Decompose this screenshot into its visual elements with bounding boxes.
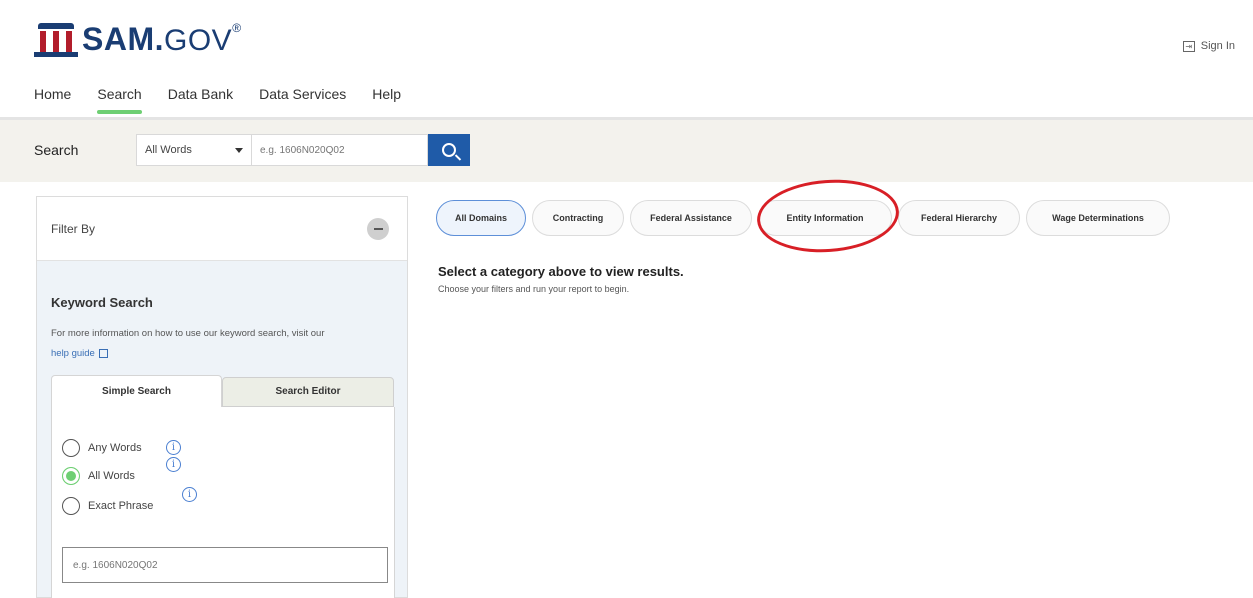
- filter-sidebar: Filter By Keyword Search For more inform…: [36, 196, 408, 598]
- capitol-flag-icon: [34, 21, 78, 57]
- site-header: SAM.GOV® ⇥ Sign In Home Search Data Bank…: [0, 0, 1253, 118]
- any-words-label: Any Words: [88, 442, 142, 454]
- pill-federal-assistance[interactable]: Federal Assistance: [630, 200, 752, 236]
- exact-phrase-radio[interactable]: [62, 497, 80, 515]
- search-input[interactable]: [252, 134, 428, 166]
- nav-item-search[interactable]: Search: [97, 86, 143, 114]
- search-icon: [442, 143, 456, 157]
- simple-search-panel: Any Words i All Words i Exact Phrase i: [51, 407, 395, 598]
- search-mode-select[interactable]: All Words: [136, 134, 252, 166]
- filter-header: Filter By: [37, 197, 407, 261]
- all-words-radio[interactable]: [62, 467, 80, 485]
- tab-search-editor[interactable]: Search Editor: [222, 377, 394, 407]
- option-any-words[interactable]: Any Words: [62, 439, 142, 457]
- caret-down-icon: [235, 148, 243, 153]
- nav-item-help[interactable]: Help: [372, 86, 401, 114]
- search-mode-value: All Words: [145, 144, 192, 156]
- option-all-words[interactable]: All Words: [62, 467, 135, 485]
- results-title: Select a category above to view results.: [438, 264, 684, 279]
- results-subtitle: Choose your filters and run your report …: [438, 284, 630, 294]
- search-button[interactable]: [428, 134, 470, 166]
- collapse-filters-button[interactable]: [367, 218, 389, 240]
- pill-entity-information[interactable]: Entity Information: [758, 200, 892, 236]
- sign-in-label: Sign In: [1200, 40, 1235, 52]
- help-guide-link[interactable]: help guide: [51, 348, 95, 359]
- pill-wage-determinations[interactable]: Wage Determinations: [1026, 200, 1170, 236]
- minus-icon: [373, 228, 383, 230]
- keyword-input[interactable]: [62, 547, 388, 583]
- sam-gov-logo[interactable]: SAM.GOV®: [34, 18, 242, 60]
- logo-text: SAM.GOV®: [82, 20, 242, 57]
- info-icon[interactable]: i: [166, 457, 181, 472]
- main-nav: Home Search Data Bank Data Services Help: [34, 86, 427, 114]
- keyword-search-description: For more information on how to use our k…: [51, 328, 325, 359]
- search-bar: Search All Words: [0, 120, 1253, 182]
- pill-contracting[interactable]: Contracting: [532, 200, 624, 236]
- filter-title: Filter By: [51, 222, 96, 236]
- sign-in-link[interactable]: ⇥ Sign In: [1182, 40, 1235, 52]
- sign-in-icon: ⇥: [1182, 40, 1195, 52]
- nav-item-data-bank[interactable]: Data Bank: [168, 86, 233, 114]
- tab-simple-search[interactable]: Simple Search: [51, 375, 222, 407]
- any-words-radio[interactable]: [62, 439, 80, 457]
- option-exact-phrase[interactable]: Exact Phrase: [62, 497, 153, 515]
- external-link-icon: [98, 348, 108, 358]
- exact-phrase-label: Exact Phrase: [88, 500, 154, 512]
- keyword-search-title: Keyword Search: [51, 295, 153, 310]
- pill-all-domains[interactable]: All Domains: [436, 200, 526, 236]
- search-bar-label: Search: [34, 142, 79, 158]
- search-mode-tabs: Simple Search Search Editor: [51, 375, 395, 407]
- nav-item-data-services[interactable]: Data Services: [259, 86, 346, 114]
- all-words-label: All Words: [88, 470, 135, 482]
- pill-federal-hierarchy[interactable]: Federal Hierarchy: [898, 200, 1020, 236]
- info-icon[interactable]: i: [166, 440, 181, 455]
- nav-item-home[interactable]: Home: [34, 86, 71, 114]
- info-icon[interactable]: i: [182, 487, 197, 502]
